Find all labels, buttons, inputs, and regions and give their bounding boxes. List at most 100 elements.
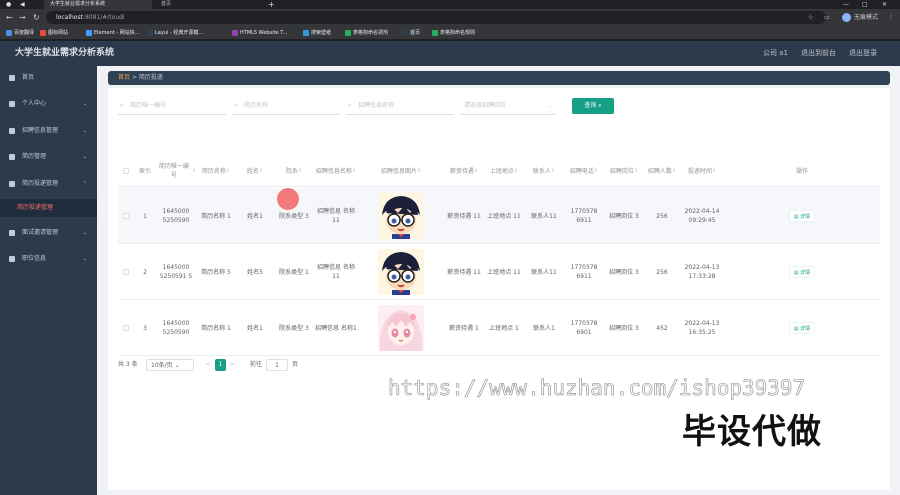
sort-icon[interactable]: ⇕ — [514, 167, 518, 176]
column-header-label: 招聘信息名称 — [315, 167, 352, 175]
row-checkbox-cell — [118, 188, 134, 244]
bookmark-icon — [6, 29, 12, 36]
page-number-button[interactable]: 1 — [215, 359, 226, 371]
profile-button[interactable]: 无痕模式 — [842, 13, 878, 22]
cell-text: 256 — [656, 212, 668, 220]
sort-icon[interactable]: ⇕ — [712, 167, 716, 176]
back-icon[interactable]: ← — [6, 13, 13, 22]
sort-icon[interactable]: ⇕ — [594, 167, 598, 176]
extension-icon[interactable]: ▭ — [824, 13, 830, 22]
detail-button[interactable]: ▤ 详情 — [788, 266, 816, 278]
reload-icon[interactable]: ↻ — [33, 13, 40, 22]
bookmark-label: 百度翻译 — [14, 30, 35, 36]
sidebar-item-interview[interactable]: 面试邀请管理 ⌄ — [0, 223, 97, 243]
forward-icon[interactable]: → — [19, 13, 26, 22]
query-button[interactable]: 查询 ⌕ — [572, 98, 614, 114]
column-header[interactable]: 投递时间 ⇕ — [680, 155, 724, 187]
sidebar-item-home[interactable]: 首页 — [0, 68, 97, 88]
company-user-link[interactable]: 公司 a1 — [763, 48, 788, 59]
bookmark-icon — [345, 29, 351, 36]
column-header[interactable]: 院系 ⇕ — [274, 155, 314, 187]
browser-tab-home[interactable]: 首页 — [155, 0, 265, 9]
chevron-down-icon: ⌄ — [82, 230, 87, 236]
column-header[interactable]: 招聘人数 ⇕ — [644, 155, 680, 187]
table-cell-count: 256 — [644, 188, 680, 244]
browser-tab-active[interactable]: 大学生就业需求分析系统 — [44, 0, 152, 9]
bookmark-item[interactable]: 百度翻译 — [6, 28, 34, 38]
sidebar-item-profile[interactable]: 个人中心 ⌄ — [0, 94, 97, 114]
sidebar-item-job-info[interactable]: 招聘信息管理 ⌄ — [0, 121, 97, 141]
watermark-url: https://www.huzhan.com/ishop39397 — [388, 376, 806, 401]
sidebar-item-position[interactable]: 职位信息 ⌄ — [0, 249, 97, 269]
star-icon[interactable]: ☆ — [808, 13, 813, 22]
column-header-label: 招聘电话 — [569, 167, 594, 175]
sidebar-subitem-delivery-manage[interactable]: 简历投递管理 — [0, 199, 97, 217]
column-header[interactable]: 招聘信息图片 ⇕ — [358, 155, 444, 187]
bookmark-item[interactable]: Layui - 经典开源模... — [147, 28, 203, 38]
bookmark-item[interactable]: 首页 — [402, 28, 420, 38]
bookmark-item[interactable]: Element - 网站快... — [86, 28, 139, 38]
browser-menu-icon[interactable]: ● — [6, 0, 11, 9]
close-window-icon[interactable]: ✕ — [882, 0, 887, 9]
job-image-thumbnail[interactable] — [378, 249, 424, 295]
column-header[interactable]: 薪资待遇 ⇕ — [444, 155, 484, 187]
job-image-thumbnail[interactable] — [378, 193, 424, 239]
address-bar[interactable]: localhost:8081/#/toudi — [46, 11, 826, 24]
column-header[interactable]: 简历名称 ⇕ — [196, 155, 236, 187]
row-checkbox[interactable] — [123, 325, 129, 331]
resume-code-input[interactable]: ⌕ 简历唯一编号 — [118, 97, 226, 115]
sort-icon[interactable]: ⇕ — [634, 167, 638, 176]
new-tab-icon[interactable]: + — [268, 0, 275, 9]
url-host: localhost — [56, 14, 83, 21]
table-row[interactable]: 1 1645000 5250590 简历名称 1 姓名1 院系类型 3 招聘信息 名称11… — [118, 188, 880, 244]
page-size-select[interactable]: 10条/页 ⌄ — [146, 359, 194, 371]
exit-to-front-link[interactable]: 退出到前台 — [801, 48, 836, 59]
sidebar-item-delivery[interactable]: 简历投递管理 ⌃ — [0, 174, 97, 194]
detail-button[interactable]: ▤ 详情 — [788, 210, 816, 222]
row-checkbox[interactable] — [123, 269, 129, 275]
bookmark-item[interactable]: HTML5 Website T... — [232, 28, 287, 38]
minimize-icon[interactable]: — — [843, 0, 849, 9]
goto-page-input[interactable]: 1 — [266, 359, 288, 371]
bookmark-item[interactable]: 搜索壁纸 — [303, 28, 331, 38]
row-checkbox[interactable] — [123, 213, 129, 219]
sort-icon[interactable]: ⇕ — [226, 167, 230, 176]
job-post-select[interactable]: 请选择招聘岗位 ⌄ — [460, 97, 556, 115]
breadcrumb-home[interactable]: 首页 — [118, 74, 130, 81]
sort-icon[interactable]: ⇕ — [298, 167, 302, 176]
more-menu-icon[interactable]: ⋮ — [888, 13, 894, 22]
column-header-label: 薪资待遇 — [449, 167, 474, 175]
column-header[interactable]: 联系人 ⇕ — [524, 155, 564, 187]
search-icon: ⌕ — [348, 102, 352, 109]
column-header[interactable]: 上班地点 ⇕ — [484, 155, 524, 187]
logout-link[interactable]: 退出登录 — [849, 48, 877, 59]
prev-page-button[interactable]: < — [204, 359, 212, 371]
sort-icon[interactable]: ⇕ — [352, 167, 356, 176]
job-name-input[interactable]: ⌕ 招聘信息名称 — [346, 97, 454, 115]
app-header: 大学生就业需求分析系统 公司 a1 退出到前台 退出登录 — [0, 41, 900, 66]
detail-button[interactable]: ▤ 详情 — [788, 322, 816, 334]
sort-icon[interactable]: ⇕ — [417, 167, 421, 176]
select-all-checkbox[interactable] — [123, 168, 129, 174]
table-row[interactable]: 3 1645000 5250590 简历名称 1 姓名1 院系类型 3 招聘信息 名称1 薪… — [118, 300, 880, 356]
browser-back-tab-icon[interactable]: ◀ — [20, 0, 25, 9]
maximize-icon[interactable]: □ — [862, 0, 868, 9]
column-header[interactable]: 招聘电话 ⇕ — [564, 155, 604, 187]
sort-icon[interactable]: ⇕ — [474, 167, 478, 176]
bookmark-item[interactable]: 表格狗命名调剂 — [345, 28, 388, 38]
column-header[interactable]: 简历唯一编号 ⇕ — [156, 155, 196, 187]
job-image-thumbnail[interactable] — [378, 305, 424, 351]
sort-icon[interactable]: ⇕ — [672, 167, 676, 176]
bookmark-item[interactable]: 表格狗命名规则 — [432, 28, 475, 38]
search-icon: ⌕ — [598, 102, 602, 109]
sort-icon[interactable]: ⇕ — [551, 167, 555, 176]
column-header[interactable]: 姓名 ⇕ — [236, 155, 274, 187]
sort-icon[interactable]: ⇕ — [259, 167, 263, 176]
table-row[interactable]: 2 1645000 5250591 5 简历名称 5 姓名5 院系类型 1 招聘信息 名称… — [118, 244, 880, 300]
column-header[interactable]: 招聘信息名称 ⇕ — [314, 155, 358, 187]
resume-name-input[interactable]: ⌕ 简历名称 — [232, 97, 340, 115]
column-header[interactable]: 招聘岗位 ⇕ — [604, 155, 644, 187]
next-page-button[interactable]: > — [228, 359, 236, 371]
bookmark-item[interactable]: 图标网站 — [40, 28, 68, 38]
sidebar-item-resume[interactable]: 简历管理 ⌄ — [0, 147, 97, 167]
